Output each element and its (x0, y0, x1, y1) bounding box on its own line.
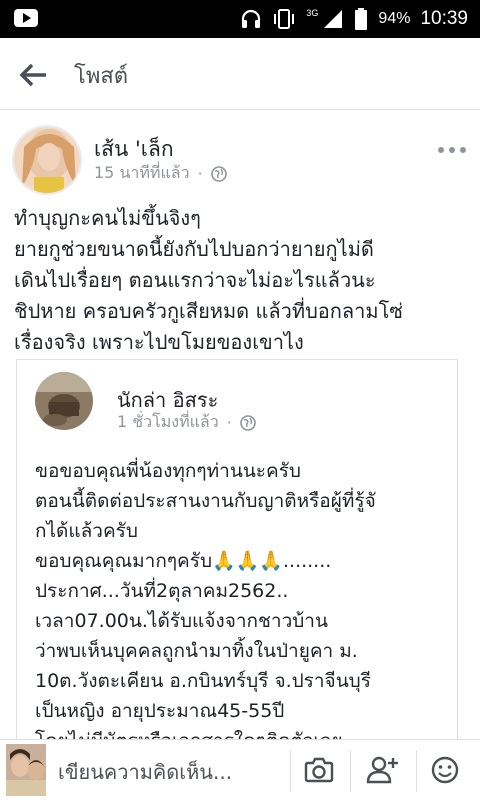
battery-icon (355, 8, 368, 30)
camera-icon[interactable] (302, 754, 336, 786)
shared-line: 10ต.วังตะเคียน อ.กบินทร์บุรี จ.ปราจีนบุร… (35, 670, 371, 692)
shared-author-avatar[interactable] (35, 372, 93, 430)
shared-line: ตอนนี้ติดต่อประสานงานกับญาติหรือผู้ที่รู… (35, 490, 376, 512)
post-meta: 15 นาทีที่แล้ว · (94, 161, 227, 186)
meta-separator: · (226, 413, 232, 432)
post-line: ยายกูช่วยขนาดนี้ยังกับไปบอกว่ายายกูไม่ดี (14, 237, 374, 261)
shared-line: โดยไม่มีบัตรหรือเอกสารใดๆติดตัวเลย (35, 726, 455, 739)
back-arrow-icon[interactable] (18, 62, 48, 88)
vibrate-icon (274, 9, 295, 29)
post-body: ทำบุญกะคนไม่ขึ้นจิงๆ ยายกูช่วยขนาดนี้ยัง… (14, 203, 474, 358)
shared-line: ประกาศ...วันที่2ตุลาคม2562.. (35, 580, 289, 602)
app-bar: โพสต์ (0, 38, 480, 110)
author-avatar[interactable] (12, 125, 82, 195)
page-title: โพสต์ (74, 64, 129, 89)
shared-line: เวลา07.00น.ได้รับแจ้งจากชาวบ้าน (35, 610, 328, 632)
shared-line: ขอขอบคุณพี่น้องทุกๆท่านนะครับ (35, 460, 301, 482)
youtube-icon (14, 9, 38, 27)
clock: 10:39 (420, 8, 468, 29)
post: เส้น 'เล็ก 15 นาทีที่แล้ว · ทำบุญกะคนไม่… (0, 111, 480, 739)
divider (350, 750, 351, 792)
divider (416, 750, 417, 792)
post-line: เดินไปเรื่อยๆ ตอนแรกว่าจะไม่อะไรแล้วนะ (14, 268, 376, 292)
status-bar: 3G 94% 10:39 (0, 0, 480, 38)
shared-post-body: ขอขอบคุณพี่น้องทุกๆท่านนะครับ ตอนนี้ติดต… (35, 456, 455, 739)
comment-input[interactable]: เขียนความคิดเห็น... (58, 756, 232, 788)
meta-separator: · (197, 164, 203, 183)
more-icon[interactable] (438, 147, 466, 157)
shared-post-meta: 1 ชั่วโมงที่แล้ว · (117, 410, 256, 435)
emoji-icon[interactable] (428, 754, 462, 786)
post-line: ชิปหาย ครอบครัวกูเสียหมด แล้วที่บอกลามโซ… (14, 299, 403, 323)
signal-icon (324, 10, 343, 28)
globe-icon (210, 165, 227, 182)
battery-level: 94% (378, 10, 411, 27)
shared-post[interactable]: นักล่า อิสระ 1 ชั่วโมงที่แล้ว · ขอขอบคุณ… (16, 359, 458, 739)
shared-line: ว่าพบเห็นบุคคลถูกนำมาทิ้งในป่ายูคา ม. (35, 640, 358, 662)
my-avatar (6, 744, 46, 796)
post-time[interactable]: 15 นาทีที่แล้ว (94, 161, 190, 186)
shared-line: เป็นหญิง อายุประมาณ45-55ปี (35, 700, 285, 722)
headphones-icon (242, 9, 261, 28)
shared-line: กได้แล้วครับ (35, 520, 138, 542)
network-type: 3G (306, 8, 319, 18)
divider (290, 750, 291, 792)
shared-post-time[interactable]: 1 ชั่วโมงที่แล้ว (117, 410, 219, 435)
comment-composer: เขียนความคิดเห็น... (0, 739, 480, 800)
shared-line: ขอบคุณคุณมากๆครับ🙏🙏🙏........ (35, 550, 332, 572)
post-line: เรื่องจริง เพราะไปขโมยของเขาไง (14, 330, 304, 354)
post-line: ทำบุญกะคนไม่ขึ้นจิงๆ (14, 206, 201, 230)
globe-icon (240, 414, 256, 431)
add-friend-icon[interactable] (365, 754, 399, 786)
